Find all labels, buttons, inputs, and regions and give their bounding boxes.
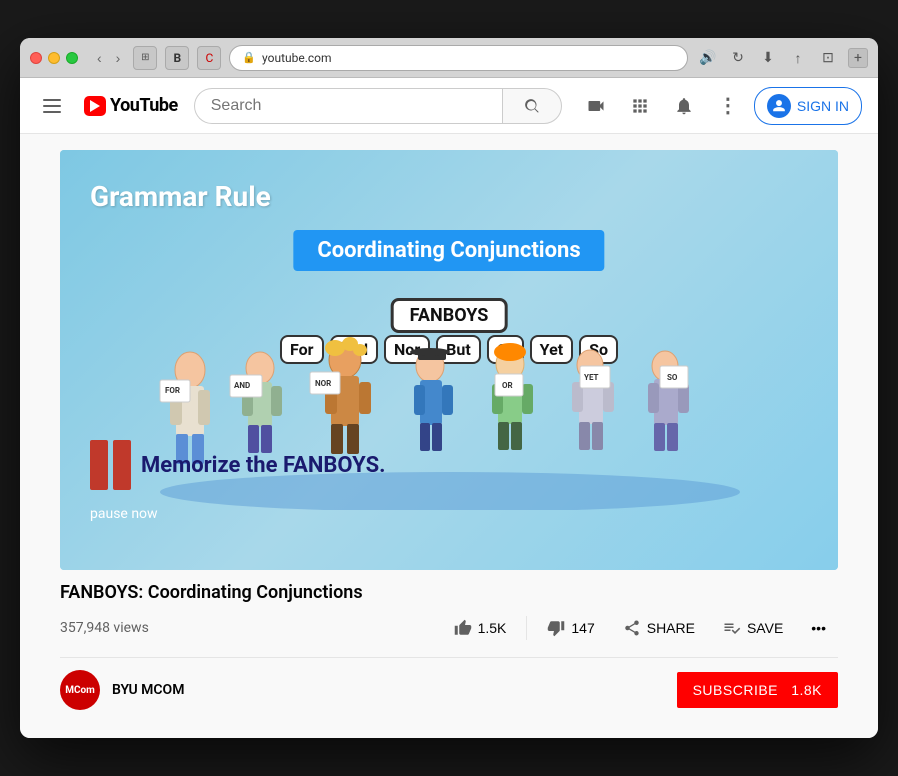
back-button[interactable]: ‹ (92, 48, 107, 68)
save-button[interactable]: SAVE (711, 611, 795, 645)
channel-avatar-text: MCom (65, 685, 95, 696)
thumbs-up-icon (454, 619, 472, 637)
minimize-button[interactable] (48, 52, 60, 64)
coordinating-conjunctions-banner: Coordinating Conjunctions (293, 230, 604, 271)
save-icon (723, 619, 741, 637)
download-icon[interactable]: ⬇ (756, 46, 780, 70)
like-count: 1.5K (478, 620, 507, 636)
memorize-text: Memorize the FANBOYS. (141, 453, 386, 478)
like-button[interactable]: 1.5K (442, 611, 519, 645)
audio-icon[interactable]: 🔊 (696, 46, 720, 70)
svg-text:FOR: FOR (165, 386, 180, 395)
grammar-rule-text: Grammar Rule (90, 180, 271, 213)
share-label: SHARE (647, 620, 695, 636)
video-meta: 357,948 views 1.5K (60, 611, 838, 645)
pause-icon (90, 440, 131, 490)
subscriber-count: 1.8K (791, 682, 822, 698)
svg-text:AND: AND (234, 381, 250, 390)
new-tab-button[interactable]: + (848, 48, 868, 68)
share-browser-icon[interactable]: ↑ (786, 46, 810, 70)
apps-button[interactable] (622, 88, 658, 124)
svg-text:NOR: NOR (315, 379, 331, 388)
ext-icon-2[interactable]: C (197, 46, 221, 70)
forward-button[interactable]: › (111, 48, 126, 68)
channel-name[interactable]: BYU MCOM (112, 682, 184, 698)
youtube-header: YouTube (20, 78, 878, 134)
channel-info: MCom BYU MCOM SUBSCRIBE 1.8K (60, 658, 838, 722)
tab-window-button[interactable]: ⊞ (133, 46, 157, 70)
youtube-logo[interactable]: YouTube (84, 95, 178, 116)
close-button[interactable] (30, 52, 42, 64)
share-icon (623, 619, 641, 637)
video-thumbnail: Grammar Rule Coordinating Conjunctions F… (60, 150, 838, 570)
refresh-button[interactable]: ↻ (726, 46, 750, 70)
address-bar[interactable]: 🔒 youtube.com (229, 45, 688, 71)
pause-bar-right (113, 440, 131, 490)
svg-text:YET: YET (584, 373, 599, 382)
search-input[interactable] (194, 88, 502, 124)
nav-buttons: ‹ › (92, 48, 125, 68)
play-triangle (90, 100, 100, 112)
pause-now-text: pause now (90, 506, 158, 522)
svg-text:SO: SO (667, 373, 678, 382)
search-container (194, 88, 562, 124)
subscribe-button[interactable]: SUBSCRIBE 1.8K (677, 672, 838, 708)
pause-overlay: Memorize the FANBOYS. (90, 440, 386, 490)
traffic-lights (30, 52, 78, 64)
video-info: FANBOYS: Coordinating Conjunctions 357,9… (60, 570, 838, 658)
maximize-button[interactable] (66, 52, 78, 64)
content-area: YouTube (20, 78, 878, 738)
subscribe-label: SUBSCRIBE (693, 682, 778, 698)
ext-icon-1[interactable]: B (165, 46, 189, 70)
sign-in-label: SIGN IN (797, 98, 849, 114)
like-dislike-divider (526, 616, 527, 640)
dislike-count: 147 (571, 620, 594, 636)
toolbar-icons: 🔊 ↻ ⬇ ↑ ⊡ (696, 46, 840, 70)
title-bar: ‹ › ⊞ B C 🔒 youtube.com 🔊 ↻ ⬇ ↑ ⊡ + (20, 38, 878, 78)
view-count: 357,948 views (60, 620, 149, 636)
channel-avatar: MCom (60, 670, 100, 710)
video-title: FANBOYS: Coordinating Conjunctions (60, 582, 838, 603)
more-actions-button[interactable]: ••• (799, 612, 838, 644)
thumbs-down-icon (547, 619, 565, 637)
svg-text:OR: OR (502, 381, 513, 390)
menu-button[interactable] (36, 90, 68, 122)
video-player[interactable]: Grammar Rule Coordinating Conjunctions F… (60, 150, 838, 570)
sign-in-avatar (767, 94, 791, 118)
address-text: youtube.com (262, 51, 332, 65)
main-content: Grammar Rule Coordinating Conjunctions F… (20, 134, 878, 738)
browser-window: ‹ › ⊞ B C 🔒 youtube.com 🔊 ↻ ⬇ ↑ ⊡ + (20, 38, 878, 738)
youtube-logo-icon (84, 96, 106, 116)
search-button[interactable] (502, 88, 562, 124)
pause-bar-left (90, 440, 108, 490)
reader-view-icon[interactable]: ⊡ (816, 46, 840, 70)
save-label: SAVE (747, 620, 783, 636)
upload-button[interactable] (578, 88, 614, 124)
dislike-button[interactable]: 147 (535, 611, 606, 645)
notifications-button[interactable] (666, 88, 702, 124)
fanboys-label-box: FANBOYS (391, 298, 508, 333)
lock-icon: 🔒 (242, 51, 256, 64)
more-icon: ••• (811, 620, 826, 636)
more-options-button[interactable]: ⋮ (710, 88, 746, 124)
sign-in-button[interactable]: SIGN IN (754, 87, 862, 125)
header-actions: ⋮ SIGN IN (578, 87, 862, 125)
share-button[interactable]: SHARE (611, 611, 707, 645)
video-actions: 1.5K 147 (442, 611, 838, 645)
youtube-logo-text: YouTube (110, 95, 178, 116)
